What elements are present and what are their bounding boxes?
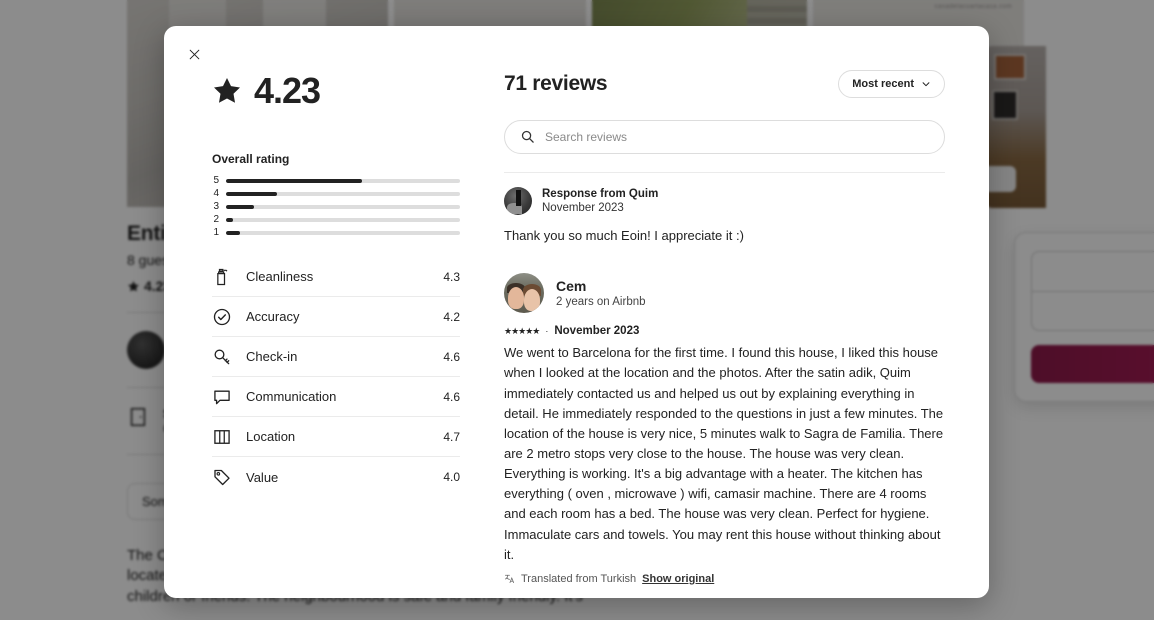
chevron-down-icon [922,82,930,87]
category-value: 4.6 [443,349,460,364]
check-circle-icon [213,308,231,325]
category-value: 4.0 [443,470,460,484]
histogram-star-label: 1 [213,227,219,238]
histogram-track [226,204,460,209]
histogram-track [226,178,460,183]
response-date: November 2023 [542,202,624,215]
category-name: Communication [246,389,337,404]
review-text: We went to Barcelona for the first time.… [504,345,944,562]
category-row-cleanliness: Cleanliness 4.3 [212,257,460,297]
category-name: Location [246,429,296,444]
histogram-track [226,230,460,235]
category-name: Accuracy [246,309,300,324]
tag-icon [214,469,230,486]
host-avatar [504,187,532,216]
histogram-fill [226,178,362,183]
histogram-fill [226,204,255,209]
show-original-link[interactable]: Show original [642,573,714,585]
translated-note: Translated from Turkish [521,572,637,585]
translate-icon [504,575,515,584]
sort-dropdown-label: Most recent [852,78,914,90]
review-card: Cem 2 years on Airbnb ★★★★★ · November 2… [504,273,945,598]
histogram-row-3: 3 [212,200,460,213]
response-text: Thank you so much Eoin! I appreciate it … [504,227,744,243]
avatar-detail [508,287,524,310]
reviews-modal: 4.23 Overall rating 5 4 3 2 1 Cleanliness 4.3… [164,26,989,598]
histogram-star-label: 3 [213,201,219,212]
sort-dropdown[interactable]: Most recent [838,70,945,98]
category-ratings: Cleanliness 4.3 Accuracy 4.2 Check-in 4.6 Comm… [212,257,460,497]
histogram-row-4: 4 [212,187,460,200]
review-response: Response from Quim November 2023 Thank y… [504,187,945,245]
rating-histogram: 5 4 3 2 1 [212,174,460,239]
reviewer-avatar [504,273,544,314]
review-date: November 2023 [554,325,640,338]
search-input[interactable] [504,120,945,154]
reviews-count-title: 71 reviews [504,72,608,95]
histogram-row-5: 5 [212,174,460,187]
star-icon [214,78,240,103]
category-value: 4.2 [443,309,460,324]
histogram-fill [226,230,241,235]
avatar-detail [524,289,540,312]
category-name: Cleanliness [246,269,314,284]
reviewer-tenure: 2 years on Airbnb [556,295,646,308]
ratings-panel: 4.23 Overall rating 5 4 3 2 1 Cleanliness 4.3… [164,70,484,598]
reviews-list[interactable]: Response from Quim November 2023 Thank y… [504,172,945,598]
reviews-header: 71 reviews Most recent [504,70,945,98]
histogram-fill [226,191,278,196]
overall-score: 4.23 [254,70,321,111]
category-name: Check-in [246,349,298,364]
category-name: Value [246,469,279,485]
category-value: 4.6 [443,389,460,404]
reviewer-header[interactable]: Cem 2 years on Airbnb [504,273,945,314]
category-row-value: Value 4.0 [212,457,460,497]
search-reviews-wrapper [504,120,945,154]
key-icon [214,349,230,364]
overall-score-row: 4.23 [212,70,460,112]
histogram-star-label: 5 [213,175,219,186]
category-row-location: Location 4.7 [212,417,460,457]
close-glyph [189,49,199,59]
close-icon[interactable] [180,40,208,68]
histogram-row-1: 1 [212,226,460,239]
review-stars: ★★★★★ [504,325,540,336]
histogram-row-2: 2 [212,213,460,226]
response-header: Response from Quim November 2023 [504,187,945,216]
category-row-check-in: Check-in 4.6 [212,337,460,377]
map-icon [214,429,230,444]
spray-bottle-icon [217,268,228,285]
response-author: Response from Quim [542,188,659,200]
reviews-panel: 71 reviews Most recent Search reviews Re… [484,70,989,598]
histogram-track [226,217,460,222]
review-meta-separator: · [545,326,549,337]
histogram-track [226,191,460,196]
histogram-star-label: 2 [213,214,219,225]
search-icon [521,130,534,143]
reviewer-name: Cem [556,277,587,294]
category-row-accuracy: Accuracy 4.2 [212,297,460,337]
speech-bubble-icon [214,390,230,404]
overall-rating-label: Overall rating [212,152,290,166]
category-value: 4.3 [443,269,460,284]
histogram-star-label: 4 [213,188,219,199]
review-meta: ★★★★★ · November 2023 [504,325,945,337]
category-value: 4.7 [443,429,460,444]
category-row-communication: Communication 4.6 [212,377,460,417]
histogram-fill [226,217,234,222]
translation-row: Translated from Turkish Show original [504,573,945,585]
